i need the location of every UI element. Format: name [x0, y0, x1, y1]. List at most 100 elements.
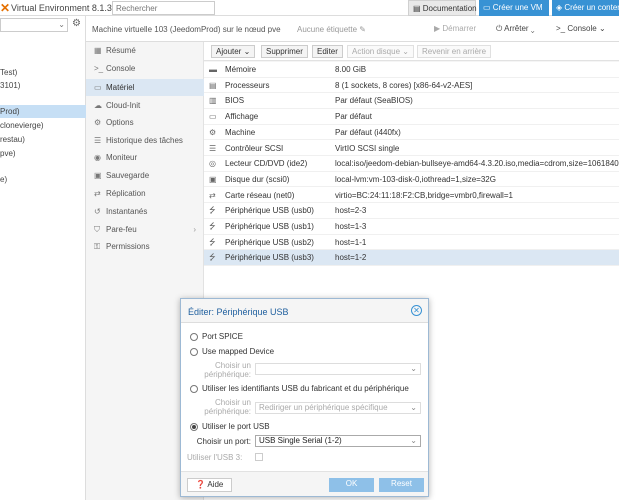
radio-usb-port[interactable] — [190, 423, 198, 431]
console-button[interactable]: >_ Console ⌄ — [556, 24, 606, 33]
tree-item[interactable]: 3101) — [0, 79, 86, 92]
hardware-row[interactable]: ⭍ Périphérique USB (usb1) host=1-3 — [204, 219, 619, 235]
revert-button[interactable]: Revenir en arrière — [417, 45, 492, 58]
tree-item-selected[interactable]: Prod) — [0, 105, 86, 118]
usb-icon: ⭍ — [209, 253, 216, 263]
nav-item-backup[interactable]: ▣ Sauvegarde — [86, 167, 204, 184]
vendor-device-value: Rediriger un périphérique spécifique — [259, 403, 388, 412]
usb-port-select[interactable]: USB Single Serial (1-2) ⌄ — [255, 435, 421, 447]
hardware-value: Par défaut (i440fx) — [335, 127, 401, 137]
chevron-down-icon: ⌄ — [598, 24, 606, 33]
remove-button[interactable]: Supprimer — [261, 45, 308, 58]
view-select[interactable]: ⌄ — [0, 18, 68, 32]
memory-icon: ▬ — [209, 65, 217, 74]
nav-item-materiel[interactable]: ▭ Matériel — [86, 79, 204, 96]
nav-item-task-history[interactable]: ☰ Historique des tâches — [86, 132, 204, 149]
nav-item-resume[interactable]: ▦ Résumé — [86, 42, 204, 59]
revert-label: Revenir en arrière — [422, 47, 487, 56]
top-bar: ✕ Virtual Environment 8.1.3 ▤ Documentat… — [0, 0, 619, 16]
nav-item-options[interactable]: ⚙ Options — [86, 114, 204, 131]
hardware-row[interactable]: ⭍ Périphérique USB (usb0) host=2-3 — [204, 203, 619, 219]
radio-mapped-label: Use mapped Device — [202, 347, 275, 356]
power-icon: ⏻ — [496, 24, 505, 33]
create-vm-button[interactable]: ▭ Créer une VM — [479, 0, 549, 16]
hardware-row[interactable]: ▭ Affichage Par défaut — [204, 109, 619, 125]
cpu-icon: ▤ — [209, 80, 217, 90]
radio-mapped-device[interactable] — [190, 348, 198, 356]
ok-button[interactable]: OK — [329, 478, 374, 492]
nav-item-label: Options — [106, 118, 134, 127]
tree-item[interactable]: pve) — [0, 147, 86, 160]
hardware-label: Périphérique USB (usb3) — [225, 253, 314, 263]
cdrom-icon: ◎ — [209, 159, 216, 169]
create-ct-label: Créer un conten — [564, 3, 619, 12]
hardware-row[interactable]: ▬ Mémoire 8.00 GiB — [204, 62, 619, 78]
nav-item-cloud-init[interactable]: ☁ Cloud-Init — [86, 97, 204, 114]
close-icon[interactable]: ✕ — [411, 305, 422, 316]
chevron-down-icon: ⌄ — [530, 24, 535, 33]
add-button[interactable]: Ajouter ⌄ — [211, 45, 256, 58]
hardware-row[interactable]: ⭍ Périphérique USB (usb3) host=1-2 — [204, 250, 619, 266]
tree-item[interactable]: e) — [0, 173, 86, 186]
start-button[interactable]: ▶ Démarrer — [434, 24, 476, 33]
tags-label: Aucune étiquette — [297, 25, 358, 34]
database-icon: ☰ — [209, 143, 217, 153]
nav-item-firewall[interactable]: ⛉ Pare-feu › — [86, 221, 204, 238]
hardware-row[interactable]: ▤ Processeurs 8 (1 sockets, 8 cores) [x86-… — [204, 78, 619, 94]
help-button[interactable]: ❓ Aide — [187, 478, 232, 492]
console-label: Console — [567, 24, 597, 33]
stop-button[interactable]: ⏻ Arrêter ⌄ — [496, 24, 535, 34]
nav-item-label: Résumé — [106, 46, 136, 55]
chevron-down-icon: ⌄ — [410, 364, 417, 373]
radio-vendor-id[interactable] — [190, 385, 198, 393]
tags[interactable]: Aucune étiquette ✎ — [297, 25, 366, 34]
mapped-device-select[interactable]: ⌄ — [255, 363, 421, 375]
usb-icon: ⭍ — [209, 222, 216, 231]
vendor-device-select[interactable]: Rediriger un périphérique spécifique ⌄ — [255, 402, 421, 414]
chevron-down-icon: ⌄ — [58, 20, 65, 29]
nav-item-permissions[interactable]: ⚿ Permissions — [86, 238, 204, 255]
hardware-label: Carte réseau (net0) — [225, 190, 295, 200]
nav-item-replication[interactable]: ⇄ Réplication — [86, 185, 204, 202]
reset-button[interactable]: Reset — [379, 478, 424, 492]
monitor-icon: ▭ — [94, 83, 102, 92]
book-icon: ▤ — [413, 4, 423, 13]
nav-item-console[interactable]: >_ Console — [86, 60, 204, 77]
page-title: Machine virtuelle 103 (JeedomProd) sur l… — [92, 25, 281, 34]
gear-icon: ⚙ — [94, 118, 102, 127]
documentation-button[interactable]: ▤ Documentation — [408, 0, 477, 16]
nav-item-label: Pare-feu — [106, 225, 137, 234]
nav-item-monitor[interactable]: ◉ Moniteur — [86, 149, 204, 166]
nav-item-label: Permissions — [106, 242, 150, 251]
hardware-row[interactable]: ⇄ Carte réseau (net0) virtio=BC:24:11:18:F… — [204, 188, 619, 204]
hardware-row[interactable]: ⭍ Périphérique USB (usb2) host=1-1 — [204, 235, 619, 251]
hardware-row[interactable]: ☰ Contrôleur SCSI VirtIO SCSI single — [204, 141, 619, 156]
disk-action-button[interactable]: Action disque ⌄ — [347, 45, 414, 58]
search-input[interactable] — [112, 1, 215, 15]
tree-item[interactable]: Test) — [0, 66, 86, 79]
nav-item-label: Cloud-Init — [106, 101, 141, 110]
disk-action-label: Action disque — [352, 47, 401, 56]
radio-spice[interactable] — [190, 333, 198, 341]
hardware-row[interactable]: ▣ Disque dur (scsi0) local-lvm:vm-103-disk… — [204, 172, 619, 188]
hardware-value: local-lvm:vm-103-disk-0,iothread=1,size=… — [335, 174, 496, 184]
usb3-checkbox[interactable] — [255, 453, 263, 461]
edit-button[interactable]: Editer — [312, 45, 343, 58]
field-label: Choisir un périphérique: — [204, 398, 251, 416]
tree-item[interactable]: clonevierge) — [0, 119, 86, 132]
hardware-value: host=1-1 — [335, 237, 367, 247]
hardware-row[interactable]: ⚙ Machine Par défaut (i440fx) — [204, 125, 619, 141]
nav-item-label: Instantanés — [106, 207, 148, 216]
gear-icon[interactable]: ⚙ — [72, 18, 81, 29]
hardware-row[interactable]: ▥ BIOS Par défaut (SeaBIOS) — [204, 93, 619, 109]
create-ct-button[interactable]: ◈ Créer un conten — [552, 0, 619, 16]
tree-item[interactable]: restau) — [0, 133, 86, 146]
hardware-label: Périphérique USB (usb2) — [225, 237, 314, 247]
stop-label: Arrêter — [504, 24, 529, 33]
hardware-row[interactable]: ◎ Lecteur CD/DVD (ide2) local:iso/jeedom-d… — [204, 156, 619, 172]
content-header: Machine virtuelle 103 (JeedomProd) sur l… — [86, 16, 619, 42]
nav-item-snapshots[interactable]: ↺ Instantanés — [86, 203, 204, 220]
chevron-down-icon: ⌄ — [410, 436, 417, 445]
hardware-value: VirtIO SCSI single — [335, 143, 400, 153]
pencil-icon[interactable]: ✎ — [359, 25, 366, 34]
